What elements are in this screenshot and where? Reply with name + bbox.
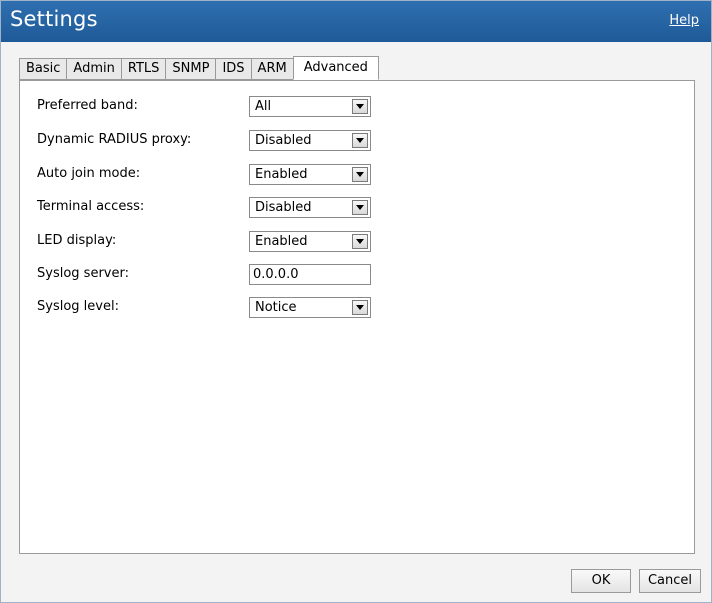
led-display-select[interactable]: Enabled bbox=[249, 231, 371, 252]
syslog-level-row: Syslog level: Notice bbox=[37, 297, 397, 321]
syslog-level-select[interactable]: Notice bbox=[249, 297, 371, 318]
chevron-down-icon bbox=[356, 305, 364, 310]
terminal-access-row: Terminal access: Disabled bbox=[37, 197, 397, 221]
chevron-down-icon bbox=[356, 172, 364, 177]
tab-bar: Basic Admin RTLS SNMP IDS ARM Advanced bbox=[19, 56, 379, 80]
dynamic-radius-proxy-row: Dynamic RADIUS proxy: Disabled bbox=[37, 130, 397, 154]
advanced-settings-panel: Preferred band: All Dynamic RADIUS proxy… bbox=[19, 80, 695, 554]
tab-ids[interactable]: IDS bbox=[215, 58, 251, 80]
title-bar: Settings Help bbox=[1, 1, 711, 42]
preferred-band-value: All bbox=[255, 99, 272, 114]
terminal-access-label: Terminal access: bbox=[37, 199, 145, 214]
window-title: Settings bbox=[10, 7, 98, 31]
cancel-button[interactable]: Cancel bbox=[639, 569, 701, 593]
tab-basic[interactable]: Basic bbox=[19, 58, 67, 80]
led-display-label: LED display: bbox=[37, 233, 117, 248]
syslog-level-label: Syslog level: bbox=[37, 299, 119, 314]
syslog-server-row: Syslog server: bbox=[37, 264, 397, 288]
auto-join-mode-label: Auto join mode: bbox=[37, 166, 141, 181]
auto-join-mode-value: Enabled bbox=[255, 167, 308, 182]
ok-button[interactable]: OK bbox=[571, 569, 631, 593]
led-display-value: Enabled bbox=[255, 234, 308, 249]
terminal-access-dropdown-button[interactable] bbox=[352, 200, 368, 215]
auto-join-mode-row: Auto join mode: Enabled bbox=[37, 164, 397, 188]
auto-join-mode-select[interactable]: Enabled bbox=[249, 164, 371, 185]
syslog-server-input[interactable] bbox=[249, 264, 371, 285]
auto-join-mode-dropdown-button[interactable] bbox=[352, 167, 368, 182]
dynamic-radius-proxy-dropdown-button[interactable] bbox=[352, 133, 368, 148]
led-display-dropdown-button[interactable] bbox=[352, 234, 368, 249]
chevron-down-icon bbox=[356, 239, 364, 244]
tab-snmp[interactable]: SNMP bbox=[165, 58, 216, 80]
preferred-band-dropdown-button[interactable] bbox=[352, 99, 368, 114]
dynamic-radius-proxy-value: Disabled bbox=[255, 133, 312, 148]
syslog-level-dropdown-button[interactable] bbox=[352, 300, 368, 315]
preferred-band-row: Preferred band: All bbox=[37, 96, 397, 120]
tab-arm[interactable]: ARM bbox=[250, 58, 293, 80]
tab-advanced[interactable]: Advanced bbox=[292, 56, 379, 80]
settings-window: Settings Help Basic Admin RTLS SNMP IDS … bbox=[0, 0, 712, 603]
preferred-band-select[interactable]: All bbox=[249, 96, 371, 117]
terminal-access-value: Disabled bbox=[255, 200, 312, 215]
chevron-down-icon bbox=[356, 138, 364, 143]
syslog-server-label: Syslog server: bbox=[37, 266, 129, 281]
preferred-band-label: Preferred band: bbox=[37, 98, 138, 113]
help-link[interactable]: Help bbox=[669, 13, 699, 28]
led-display-row: LED display: Enabled bbox=[37, 231, 397, 255]
chevron-down-icon bbox=[356, 205, 364, 210]
tab-rtls[interactable]: RTLS bbox=[120, 58, 166, 80]
dynamic-radius-proxy-select[interactable]: Disabled bbox=[249, 130, 371, 151]
syslog-level-value: Notice bbox=[255, 300, 297, 315]
dynamic-radius-proxy-label: Dynamic RADIUS proxy: bbox=[37, 132, 192, 147]
tab-admin[interactable]: Admin bbox=[66, 58, 121, 80]
chevron-down-icon bbox=[356, 104, 364, 109]
terminal-access-select[interactable]: Disabled bbox=[249, 197, 371, 218]
